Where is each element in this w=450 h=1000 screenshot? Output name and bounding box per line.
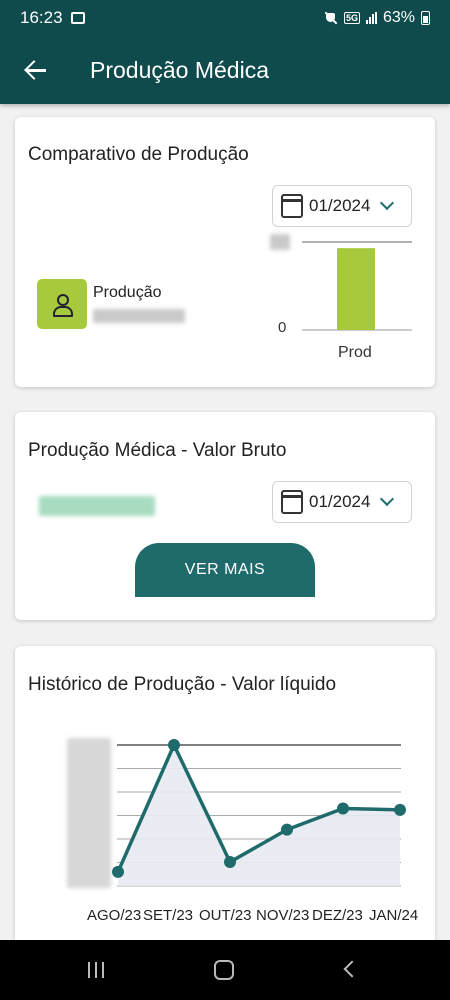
home-icon[interactable]	[214, 960, 234, 980]
bar-prod	[337, 248, 375, 330]
system-nav-bar	[0, 940, 450, 1000]
line-x-label: OUT/23	[199, 907, 252, 924]
valor-bruto-month-select[interactable]: 01/2024	[272, 481, 412, 523]
line-point-ago-23	[112, 865, 124, 878]
comparativo-bar-chart	[302, 241, 412, 331]
back-button[interactable]	[0, 36, 70, 104]
ver-mais-button[interactable]: VER MAIS	[135, 543, 315, 597]
valor-bruto-amount-redacted	[39, 496, 155, 516]
arrow-left-icon	[24, 59, 46, 81]
page-title: Produção Médica	[90, 56, 269, 83]
line-point-set-23	[168, 739, 180, 751]
bar-tick-redacted	[270, 234, 290, 250]
bar-category-label: Prod	[338, 344, 372, 361]
line-x-label: AGO/23	[87, 907, 142, 924]
chevron-down-icon	[380, 491, 395, 507]
line-x-label: JAN/24	[369, 907, 419, 924]
historico-line-chart	[112, 739, 406, 887]
mute-icon	[324, 11, 338, 25]
network-type-badge: 5G	[343, 12, 360, 24]
month-value: 01/2024	[309, 492, 371, 511]
line-x-label: DEZ/23	[312, 907, 363, 924]
recents-icon[interactable]	[88, 962, 106, 978]
line-point-dez-23	[337, 802, 349, 815]
status-icons: 5G 63%	[324, 9, 430, 27]
calendar-icon	[281, 490, 303, 514]
nav-back-icon[interactable]	[343, 960, 361, 978]
comparativo-card: Comparativo de Produção 01/2024 Produção…	[15, 117, 435, 387]
status-time: 16:23	[20, 8, 63, 27]
valor-bruto-card: Produção Médica - Valor Bruto 01/2024 VE…	[15, 412, 435, 620]
line-point-jan-24	[394, 803, 406, 816]
valor-bruto-title: Produção Médica - Valor Bruto	[28, 440, 287, 461]
battery-icon	[421, 11, 430, 25]
app-bar: Produção Médica	[0, 36, 450, 104]
status-bar: 16:23 5G 63%	[0, 0, 450, 36]
line-x-label: NOV/23	[256, 907, 310, 924]
bar-tick-label: 0	[278, 319, 287, 336]
image-notification-icon	[70, 12, 85, 24]
battery-percent: 63%	[382, 9, 415, 26]
line-point-nov-23	[281, 823, 293, 836]
line-x-label: SET/23	[143, 907, 194, 924]
signal-icon	[365, 12, 377, 24]
line-point-out-23	[224, 856, 236, 869]
historico-card: Histórico de Produção - Valor líquido AG…	[15, 646, 435, 946]
